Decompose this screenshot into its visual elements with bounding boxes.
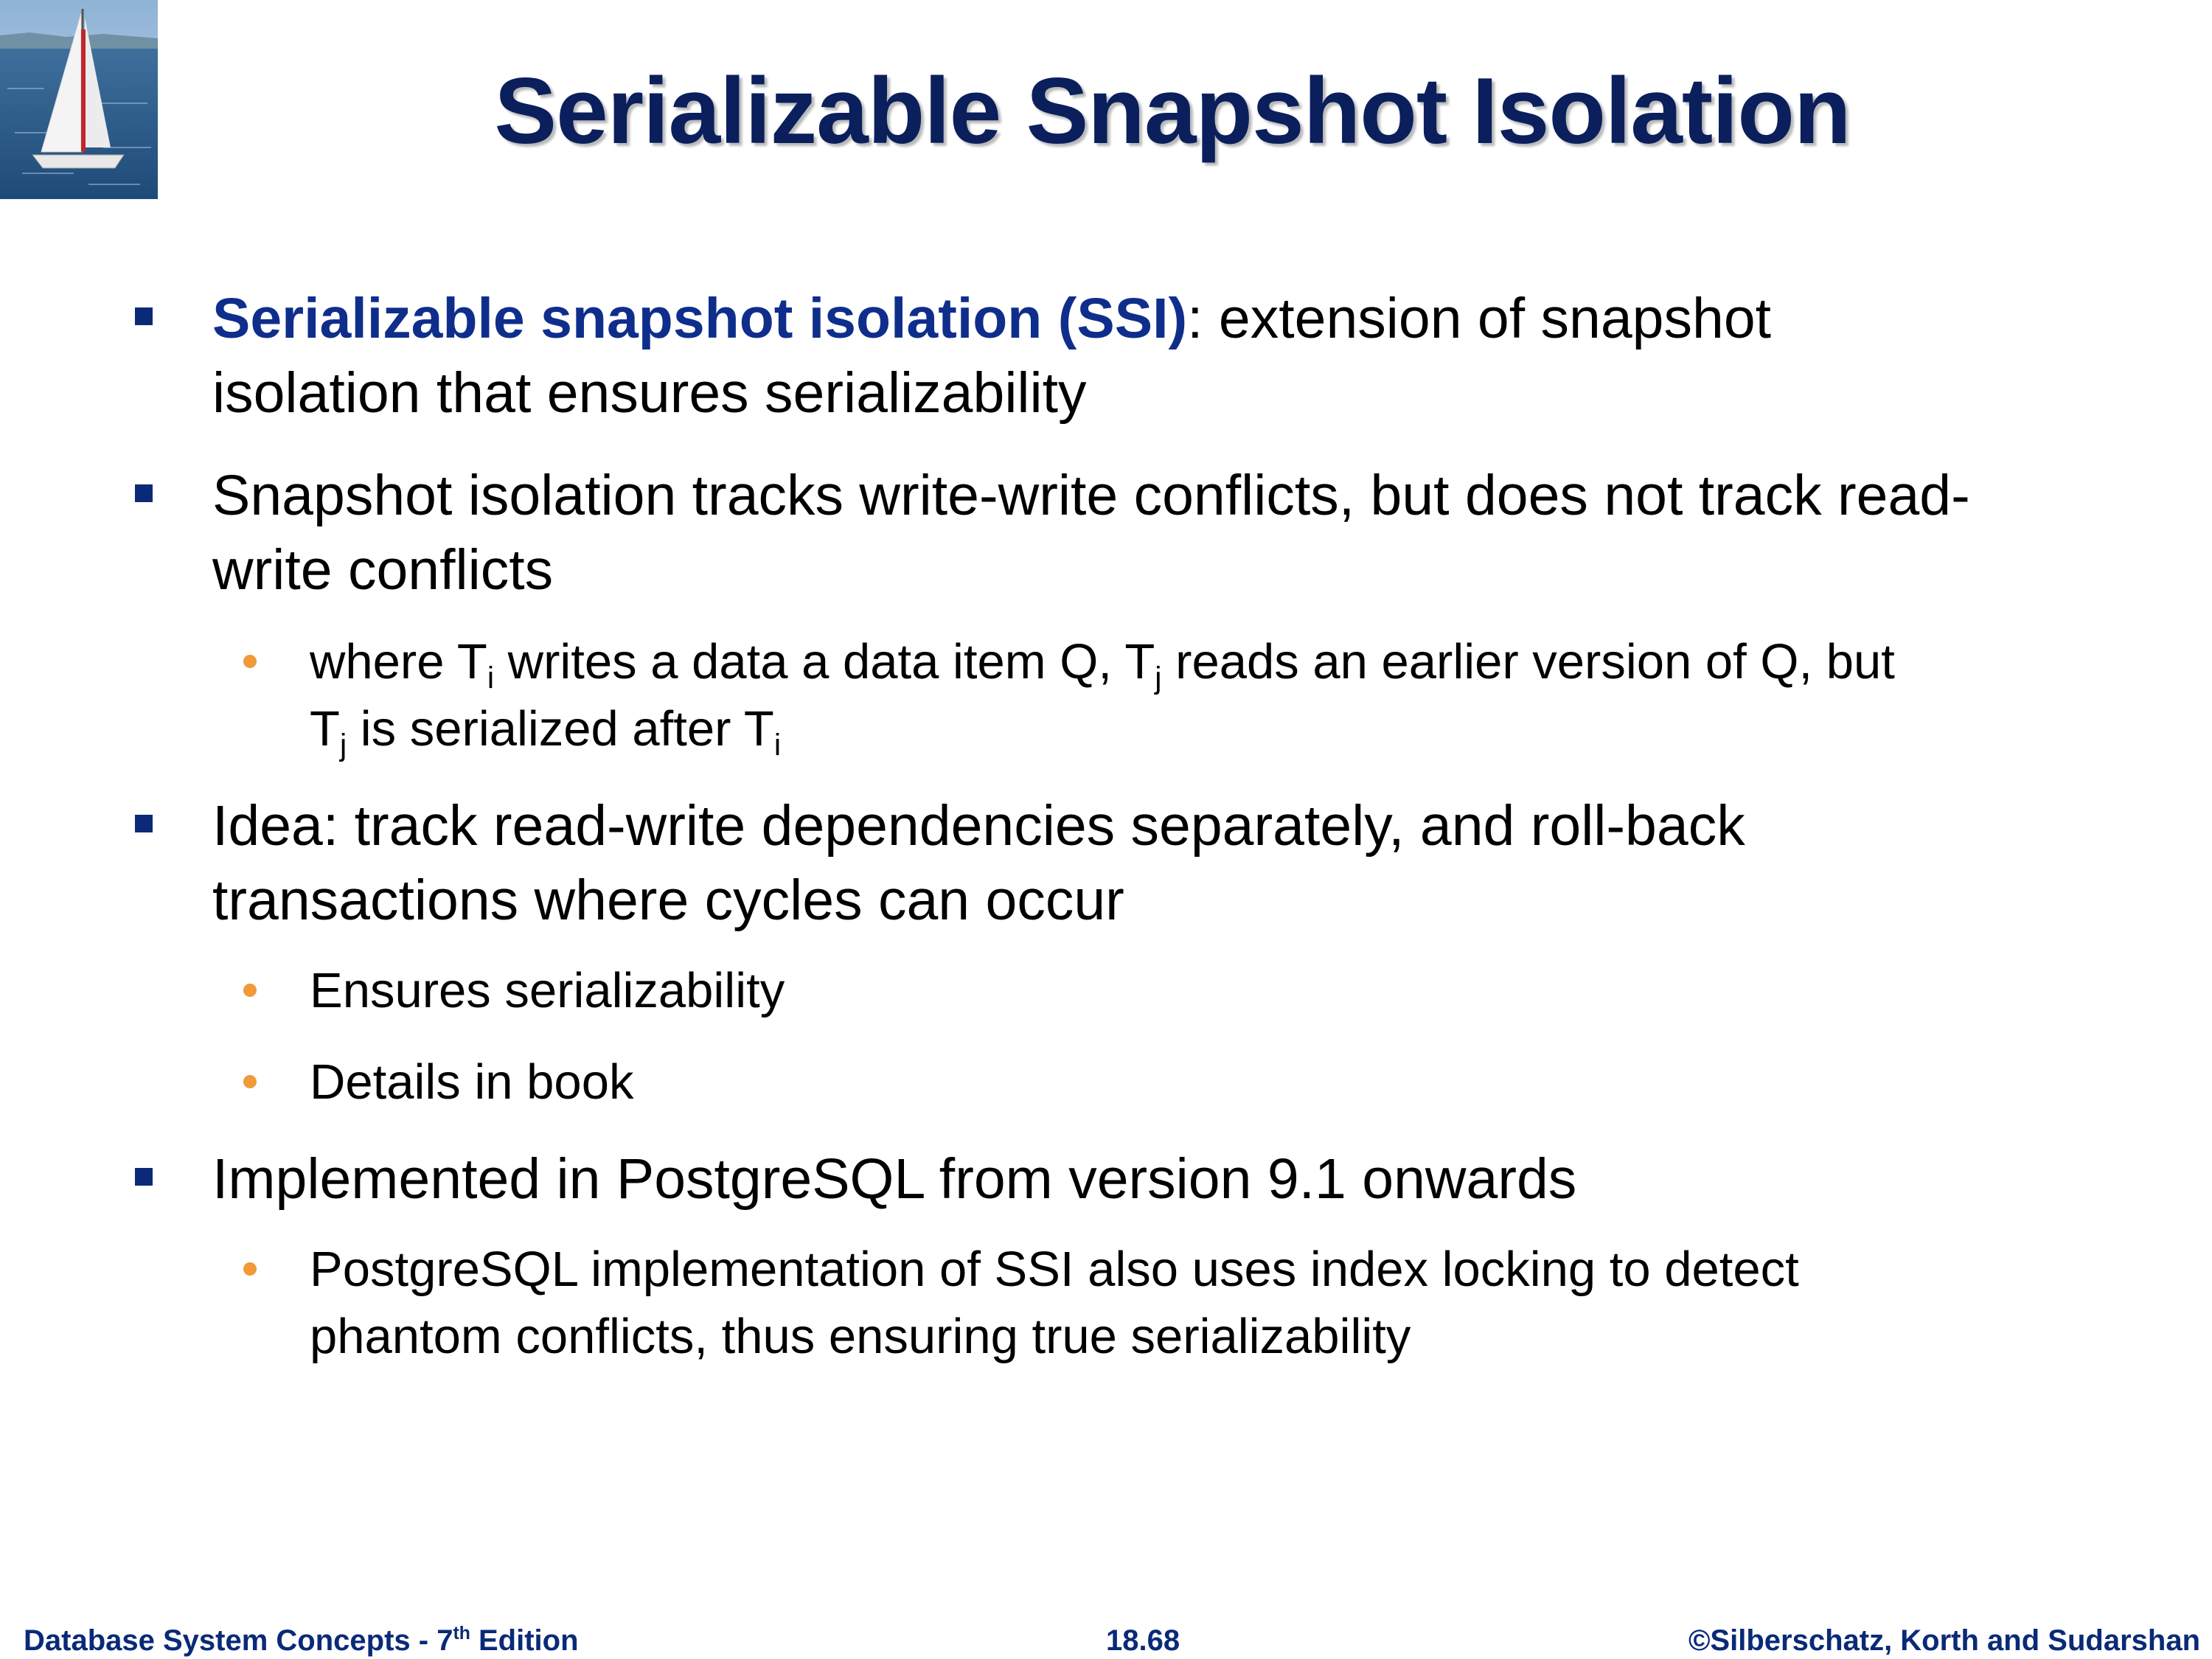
ssi-definition-text-cont: isolation that ensures serializability [212, 361, 1087, 425]
square-bullet-icon [135, 815, 153, 832]
bullet-postgresql: Implemented in PostgreSQL from version 9… [212, 1147, 1577, 1211]
sub-text: is serialized after T [347, 701, 774, 757]
sub-text-cont: phantom conflicts, thus ensuring true se… [310, 1309, 1411, 1364]
footer-slide-number: 18.68 [1106, 1624, 1180, 1657]
sub-bullet-ensures-serializability: Ensures serializability [310, 963, 785, 1018]
footer-book-title-text: Database System Concepts - 7 [24, 1624, 453, 1657]
subscript-i: i [487, 660, 495, 695]
square-bullet-icon [135, 484, 153, 502]
slide-body: Serializable snapshot isolation (SSI): e… [0, 0, 2212, 1585]
footer-superscript: th [453, 1624, 470, 1644]
ssi-definition-text: : extension of snapshot [1187, 287, 1772, 350]
square-bullet-icon [135, 1168, 153, 1186]
round-bullet-icon [243, 1075, 257, 1088]
footer-copyright: ©Silberschatz, Korth and Sudarshan [1688, 1624, 2200, 1657]
bullet-text-cont: transactions where cycles can occur [212, 869, 1124, 932]
subscript-j: j [339, 727, 347, 762]
sub-text: reads an earlier version of Q, but [1161, 634, 1895, 689]
round-bullet-icon [243, 1262, 257, 1276]
bullet-ssi-definition: Serializable snapshot isolation (SSI): e… [212, 282, 2159, 431]
sub-bullet-read-write-conflict: where Ti writes a data a data item Q, Tj… [310, 628, 2138, 762]
sub-bullet-details-in-book: Details in book [310, 1054, 634, 1110]
bullet-text-cont: write conflicts [212, 538, 554, 602]
bullet-text: Idea: track read-write dependencies sepa… [212, 794, 1745, 858]
sub-bullet-postgresql-index-locking: PostgreSQL implementation of SSI also us… [310, 1236, 2138, 1370]
footer-book-title: Database System Concepts - 7th Edition [24, 1622, 579, 1659]
subscript-i: i [773, 727, 782, 762]
round-bullet-icon [243, 655, 257, 668]
sub-text: where T [310, 634, 487, 689]
bullet-idea: Idea: track read-write dependencies sepa… [212, 789, 2159, 938]
subscript-j: j [1155, 660, 1162, 695]
sub-text: T [310, 701, 340, 757]
bullet-text: Snapshot isolation tracks write-write co… [212, 464, 1970, 527]
bullet-write-conflicts: Snapshot isolation tracks write-write co… [212, 459, 2159, 608]
sub-text: writes a data a data item Q, T [494, 634, 1155, 689]
footer-book-title-tail: Edition [470, 1624, 579, 1657]
square-bullet-icon [135, 307, 153, 325]
ssi-term: Serializable snapshot isolation (SSI) [212, 287, 1188, 350]
round-bullet-icon [243, 984, 257, 997]
sub-text: PostgreSQL implementation of SSI also us… [310, 1242, 1799, 1297]
